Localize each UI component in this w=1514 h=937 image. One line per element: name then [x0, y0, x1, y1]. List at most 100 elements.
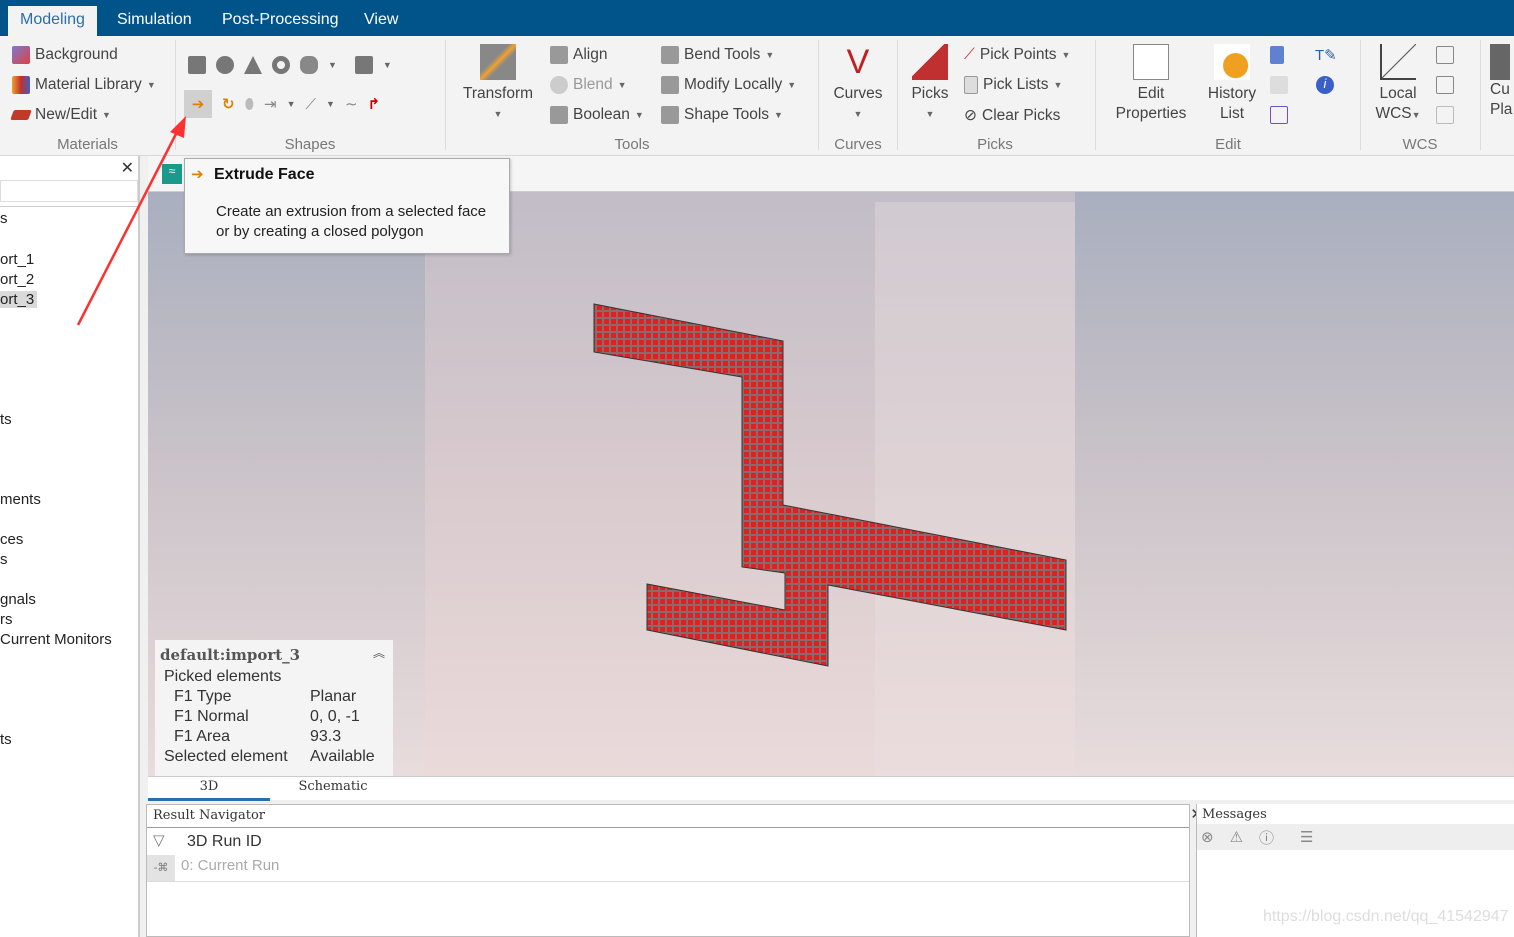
- wcs-move-icon[interactable]: [1436, 106, 1454, 124]
- extrude-curve-icon[interactable]: ⇥: [264, 95, 277, 113]
- substrate-side-face: [875, 202, 1075, 776]
- watermark: https://blog.csdn.net/qq_41542947: [1263, 908, 1509, 925]
- rotate-curve-icon[interactable]: ⟋: [306, 96, 317, 113]
- pin-icon[interactable]: -⌘: [147, 855, 175, 881]
- edit-properties-label-2: Properties: [1115, 105, 1187, 122]
- curves-label: Curves: [833, 85, 883, 102]
- tab-modeling[interactable]: Modeling: [8, 6, 97, 36]
- error-filter-icon[interactable]: ⊗: [1201, 828, 1214, 846]
- tree-item[interactable]: s: [0, 210, 8, 227]
- info-label: F1 Area: [174, 728, 231, 745]
- blend-button[interactable]: Blend ▼: [550, 76, 627, 94]
- tab-schematic[interactable]: Schematic: [278, 779, 388, 794]
- curves-button[interactable]: V Curves ▼: [828, 44, 888, 124]
- tree-item-selected[interactable]: ort_3: [0, 291, 38, 308]
- pick-lists-button[interactable]: Pick Lists ▼: [964, 76, 1062, 94]
- tree-item[interactable]: Current Monitors: [0, 631, 112, 648]
- warning-filter-icon[interactable]: ⚠: [1230, 828, 1243, 846]
- transform-icon: [480, 44, 516, 80]
- tree-item[interactable]: ments: [0, 491, 41, 508]
- tree-item[interactable]: gnals: [0, 591, 36, 608]
- trace-curve-icon[interactable]: ↱: [368, 95, 381, 113]
- transform-label: Transform: [462, 85, 534, 102]
- cone-icon[interactable]: [244, 56, 262, 74]
- tab-post-processing[interactable]: Post-Processing: [210, 6, 351, 36]
- shape-tools-button[interactable]: Shape Tools ▼: [661, 106, 783, 124]
- pick-points-button[interactable]: ⟋ Pick Points ▼: [964, 46, 1070, 64]
- tab-simulation[interactable]: Simulation: [105, 6, 204, 36]
- align-button[interactable]: Align: [550, 46, 607, 64]
- align-label: Align: [573, 46, 608, 63]
- blend-icon: [550, 76, 568, 94]
- tree-item[interactable]: rs: [0, 611, 13, 628]
- tree-search-input[interactable]: [0, 180, 138, 202]
- tree-item[interactable]: s: [0, 551, 8, 568]
- project-tab-icon[interactable]: ≈: [162, 164, 182, 184]
- picks-button[interactable]: Picks ▼: [905, 44, 955, 124]
- extrude-face-button[interactable]: ➔: [184, 90, 212, 118]
- pick-points-label: Pick Points: [979, 46, 1057, 63]
- transform-button[interactable]: Transform ▼: [458, 44, 538, 124]
- tree-item[interactable]: ort_2: [0, 271, 34, 288]
- wcs-rotate-icon[interactable]: [1436, 46, 1454, 64]
- tooltip-text: or by creating a closed polygon: [216, 223, 424, 240]
- wcs-group-label: WCS: [1402, 136, 1438, 153]
- tab-3d[interactable]: 3D: [148, 779, 270, 801]
- bend-tools-button[interactable]: Bend Tools ▼: [661, 46, 774, 64]
- info-label: F1 Type: [174, 688, 232, 705]
- tree-item[interactable]: ces: [0, 531, 23, 548]
- shape-tools-row: ➔ ↻ ⬮ ⇥ ▼ ⟋ ▼ ∼ ↱: [184, 90, 380, 118]
- run-row[interactable]: 0: Current Run: [181, 857, 279, 874]
- edit-group-label: Edit: [1215, 136, 1241, 153]
- info-value: Planar: [310, 688, 357, 705]
- tree-item[interactable]: ts: [0, 411, 12, 428]
- shapes-group-label: Shapes: [284, 136, 336, 153]
- local-wcs-label-2: WCS: [1375, 105, 1412, 122]
- ribbon: Background Material Library ▼ New/Edit ▼ M…: [0, 36, 1514, 156]
- extrude-shape-icon[interactable]: [354, 56, 373, 74]
- tree-item[interactable]: ort_1: [0, 251, 34, 268]
- sphere-icon[interactable]: [216, 56, 234, 74]
- new-edit-button[interactable]: New/Edit ▼: [10, 106, 111, 124]
- clear-picks-label: Clear Picks: [982, 106, 1061, 124]
- brick-shape-icon[interactable]: [188, 56, 206, 74]
- new-edit-label: New/Edit: [35, 106, 98, 123]
- text-edit-icon[interactable]: T✎: [1315, 46, 1337, 64]
- background-label: Background: [35, 46, 118, 63]
- curves-icon: V: [846, 43, 870, 81]
- edit-properties-button[interactable]: Edit Properties: [1108, 44, 1194, 124]
- modify-locally-button[interactable]: Modify Locally ▼: [661, 76, 796, 94]
- background-button[interactable]: Background: [12, 46, 118, 64]
- calculator-icon[interactable]: [1270, 46, 1284, 64]
- cutting-plane-button[interactable]: Cu Pla: [1490, 44, 1514, 120]
- info-header: Picked elements: [164, 668, 282, 685]
- annotation-icon[interactable]: [1270, 106, 1288, 124]
- tab-view[interactable]: View: [352, 6, 410, 36]
- pick-lists-label: Pick Lists: [983, 76, 1049, 93]
- local-wcs-button[interactable]: Local WCS▼: [1370, 44, 1426, 125]
- material-library-icon: [12, 76, 30, 94]
- pick-lists-icon: [964, 76, 978, 94]
- modify-locally-label: Modify Locally: [684, 76, 783, 93]
- info-filter-icon[interactable]: ⓘ: [1259, 827, 1274, 848]
- result-navigator-panel: Result Navigator ✕ ▽ 3D Run ID -⌘ 0: Cur…: [146, 804, 1203, 937]
- collapse-icon[interactable]: ︽: [373, 644, 385, 661]
- wcs-align-icon[interactable]: [1436, 76, 1454, 94]
- refresh-icon[interactable]: [1270, 76, 1288, 94]
- info-icon[interactable]: i: [1316, 76, 1334, 94]
- background-icon: [12, 46, 30, 64]
- close-panel-icon[interactable]: ✕: [121, 158, 134, 178]
- boolean-button[interactable]: Boolean ▼: [550, 106, 644, 124]
- cylinder-icon[interactable]: [300, 56, 318, 74]
- history-list-button[interactable]: History List: [1202, 44, 1262, 124]
- sweep-curve-icon[interactable]: ∼: [345, 95, 358, 113]
- rotate-face-icon[interactable]: ↻: [222, 95, 235, 113]
- loft-icon[interactable]: ⬮: [245, 96, 254, 113]
- filter-icon[interactable]: ▽: [153, 831, 165, 849]
- torus-icon[interactable]: [272, 56, 290, 74]
- clear-messages-icon[interactable]: ☰: [1300, 828, 1313, 846]
- tree-item[interactable]: ts: [0, 731, 12, 748]
- pick-info-panel: default:import_3 ︽ Picked elements F1 Ty…: [155, 640, 393, 776]
- material-library-button[interactable]: Material Library ▼: [12, 76, 156, 94]
- clear-picks-button[interactable]: ⊘ Clear Picks: [964, 106, 1060, 125]
